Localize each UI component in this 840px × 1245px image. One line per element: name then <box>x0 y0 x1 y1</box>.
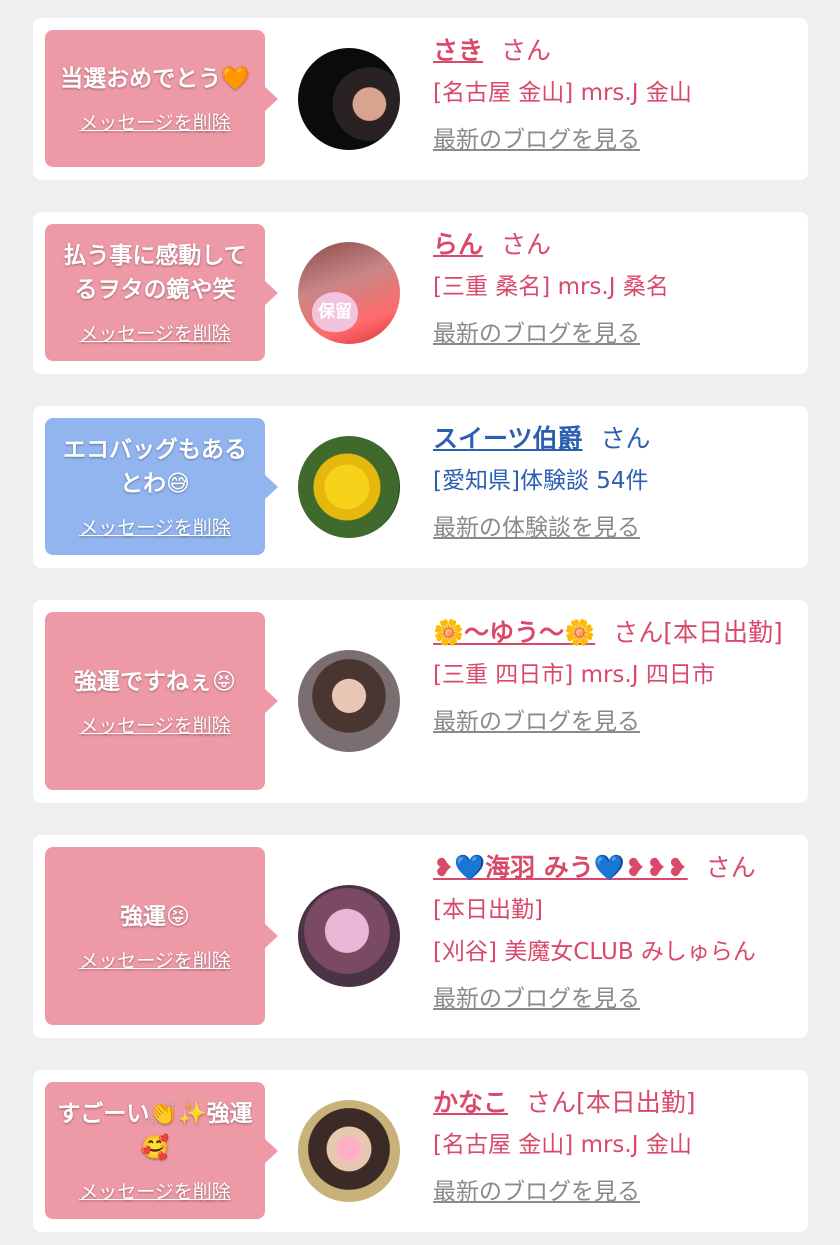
profile-name-link[interactable]: スイーツ伯爵 <box>433 424 583 453</box>
honorific: さん <box>600 424 651 453</box>
message-text: すごーい👏✨強運🥰 <box>57 1101 253 1161</box>
avatar[interactable] <box>298 436 400 538</box>
delete-message-link[interactable]: メッセージを削除 <box>79 946 231 973</box>
honorific: さん <box>705 853 756 882</box>
latest-blog-link[interactable]: 最新のブログを見る <box>433 1172 640 1206</box>
message-text: 当選おめでとう🧡 <box>60 66 250 92</box>
message-text: 払う事に感動してるヲタの鏡や笑 <box>63 243 247 303</box>
profile-name-link[interactable]: ❥💙海羽 みう💙❥❥❥ <box>433 853 688 882</box>
profile-info: かなこ さん[本日出勤] [名古屋 金山] mrs.J 金山 最新のブログを見る <box>433 1082 798 1206</box>
message-bubble: 当選おめでとう🧡 メッセージを削除 <box>45 30 278 167</box>
avatar[interactable] <box>298 650 400 752</box>
status-badge: [本日出勤] <box>663 618 783 647</box>
delete-message-link[interactable]: メッセージを削除 <box>79 108 231 135</box>
message-bubble: エコバッグもあるとわ😅 メッセージを削除 <box>45 418 278 555</box>
avatar-badge: 保留 <box>312 292 358 332</box>
profile-info: 🌼〜ゆう〜🌼 さん[本日出勤] [三重 四日市] mrs.J 四日市 最新のブログ… <box>433 612 798 736</box>
list-item: 払う事に感動してるヲタの鏡や笑 メッセージを削除 保留 らん さん [三重 桑名]… <box>33 212 808 374</box>
avatar[interactable] <box>298 885 400 987</box>
message-bubble: 払う事に感動してるヲタの鏡や笑 メッセージを削除 <box>45 224 278 361</box>
delete-message-link[interactable]: メッセージを削除 <box>79 1177 231 1204</box>
shop-info: [三重 四日市] mrs.J 四日市 <box>433 662 715 688</box>
message-text: 強運😝 <box>120 903 190 930</box>
latest-blog-link[interactable]: 最新のブログを見る <box>433 702 640 736</box>
shop-info: [三重 桑名] mrs.J 桑名 <box>433 274 669 300</box>
honorific: さん <box>501 36 552 65</box>
profile-info: ❥💙海羽 みう💙❥❥❥ さん [本日出勤] [刈谷] 美魔女CLUB みしゅらん … <box>433 847 798 1013</box>
message-bubble: 強運😝 メッセージを削除 <box>45 847 278 1025</box>
shop-info: [刈谷] 美魔女CLUB みしゅらん <box>433 939 756 965</box>
list-item: エコバッグもあるとわ😅 メッセージを削除 スイーツ伯爵 さん [愛知県]体験談 5… <box>33 406 808 568</box>
profile-info: スイーツ伯爵 さん [愛知県]体験談 54件 最新の体験談を見る <box>433 418 798 542</box>
delete-message-link[interactable]: メッセージを削除 <box>79 319 231 346</box>
message-text: エコバッグもあるとわ😅 <box>63 437 247 497</box>
honorific: さん <box>501 230 552 259</box>
profile-name-link[interactable]: かなこ <box>433 1088 508 1117</box>
message-list: 当選おめでとう🧡 メッセージを削除 さき さん [名古屋 金山] mrs.J 金山… <box>0 0 840 1245</box>
avatar[interactable]: 保留 <box>298 242 400 344</box>
profile-info: さき さん [名古屋 金山] mrs.J 金山 最新のブログを見る <box>433 30 798 154</box>
shop-info: [名古屋 金山] mrs.J 金山 <box>433 80 692 106</box>
honorific: さん <box>613 618 664 647</box>
profile-info: らん さん [三重 桑名] mrs.J 桑名 最新のブログを見る <box>433 224 798 348</box>
avatar[interactable] <box>298 1100 400 1202</box>
profile-name-link[interactable]: らん <box>433 230 483 259</box>
shop-info: [愛知県]体験談 54件 <box>433 468 649 494</box>
honorific: さん <box>526 1088 577 1117</box>
profile-name-link[interactable]: 🌼〜ゆう〜🌼 <box>433 618 595 647</box>
delete-message-link[interactable]: メッセージを削除 <box>79 513 231 540</box>
list-item: 当選おめでとう🧡 メッセージを削除 さき さん [名古屋 金山] mrs.J 金山… <box>33 18 808 180</box>
avatar[interactable] <box>298 48 400 150</box>
latest-experience-link[interactable]: 最新の体験談を見る <box>433 508 640 542</box>
profile-name-link[interactable]: さき <box>433 36 483 65</box>
shop-info: [名古屋 金山] mrs.J 金山 <box>433 1132 692 1158</box>
list-item: すごーい👏✨強運🥰 メッセージを削除 かなこ さん[本日出勤] [名古屋 金山] … <box>33 1070 808 1232</box>
latest-blog-link[interactable]: 最新のブログを見る <box>433 120 640 154</box>
list-item: 強運ですねぇ😝 メッセージを削除 🌼〜ゆう〜🌼 さん[本日出勤] [三重 四日市]… <box>33 600 808 803</box>
message-bubble: 強運ですねぇ😝 メッセージを削除 <box>45 612 278 790</box>
status-badge: [本日出勤] <box>576 1088 696 1117</box>
latest-blog-link[interactable]: 最新のブログを見る <box>433 979 640 1013</box>
delete-message-link[interactable]: メッセージを削除 <box>79 711 231 738</box>
latest-blog-link[interactable]: 最新のブログを見る <box>433 314 640 348</box>
message-text: 強運ですねぇ😝 <box>74 668 236 695</box>
message-bubble: すごーい👏✨強運🥰 メッセージを削除 <box>45 1082 278 1219</box>
list-item: 強運😝 メッセージを削除 ❥💙海羽 みう💙❥❥❥ さん [本日出勤] [刈谷] 美… <box>33 835 808 1038</box>
status-badge: [本日出勤] <box>433 897 543 923</box>
